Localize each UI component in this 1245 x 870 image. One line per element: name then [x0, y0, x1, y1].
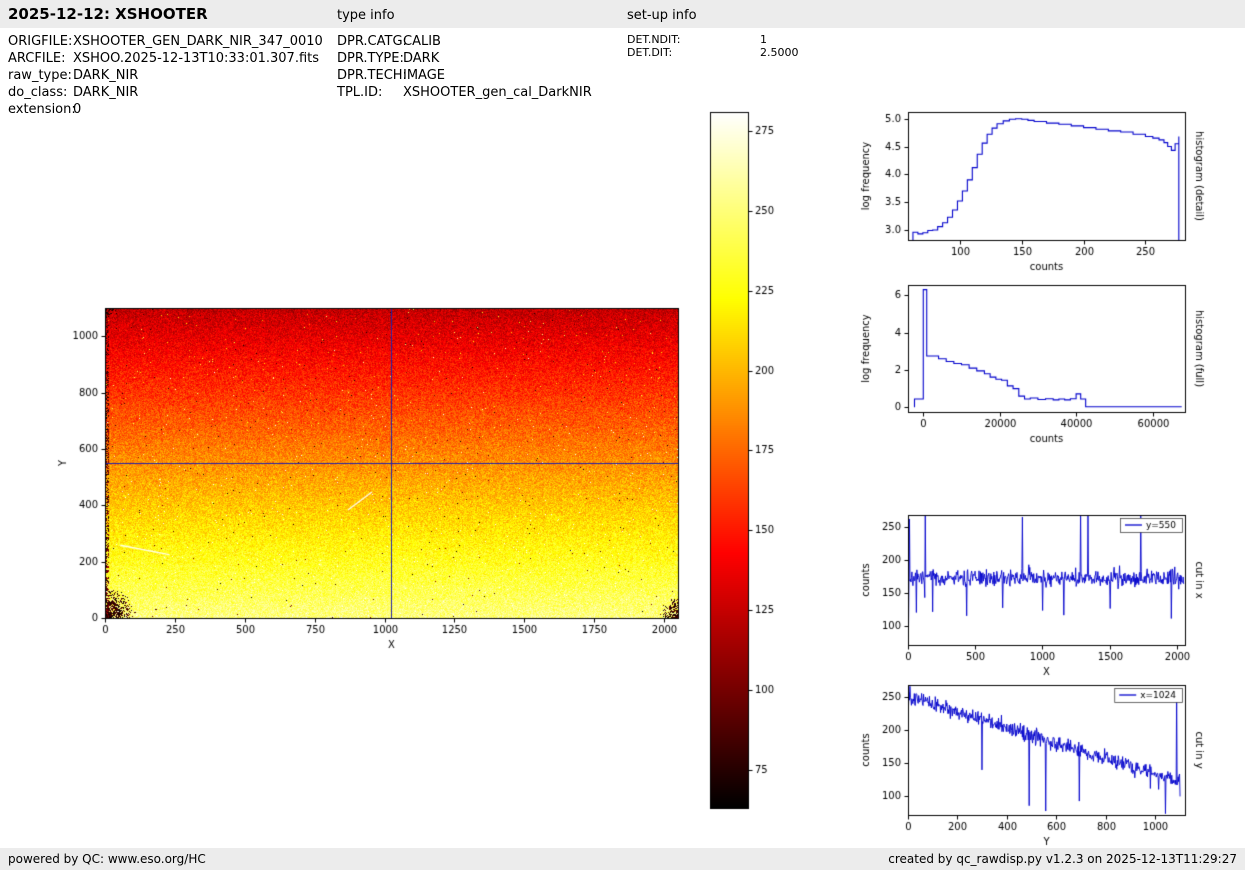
cut-in-x-plot: [850, 501, 1245, 679]
footer-created-by: created by qc_rawdisp.py v1.2.3 on 2025-…: [888, 852, 1237, 866]
meta-label: do_class:: [8, 84, 73, 101]
meta-value: XSHOOTER_GEN_DARK_NIR_347_0010: [73, 34, 323, 49]
meta-label: DET.DIT:: [627, 46, 760, 59]
meta-label: DET.NDIT:: [627, 33, 760, 46]
meta-label: DPR.TECH:: [337, 67, 403, 84]
type-info-block: DPR.CATG:CALIB DPR.TYPE:DARK DPR.TECH:IM…: [337, 33, 592, 101]
page-title: 2025-12-12: XSHOOTER: [8, 5, 208, 23]
footer-bar: powered by QC: www.eso.org/HC created by…: [0, 848, 1245, 870]
meta-value: XSHOO.2025-12-13T10:33:01.307.fits: [73, 51, 319, 66]
meta-row-rawtype: raw_type:DARK_NIR: [8, 67, 323, 84]
meta-value: 0: [73, 102, 81, 117]
meta-value: 2.5000: [760, 46, 799, 59]
detector-image-plot: [40, 292, 700, 664]
meta-value: CALIB: [403, 34, 441, 49]
cut-in-y-plot: [850, 671, 1245, 847]
meta-row-extension: extension:0: [8, 101, 323, 118]
meta-label: ARCFILE:: [8, 50, 73, 67]
colorbar: [698, 104, 808, 820]
meta-row-dprcatg: DPR.CATG:CALIB: [337, 33, 592, 50]
meta-row-dprtech: DPR.TECH:IMAGE: [337, 67, 592, 84]
histogram-full-plot: [850, 271, 1245, 449]
histogram-detail-plot: [850, 98, 1245, 276]
meta-value: DARK_NIR: [73, 68, 138, 83]
meta-label: raw_type:: [8, 67, 73, 84]
meta-row-origfile: ORIGFILE:XSHOOTER_GEN_DARK_NIR_347_0010: [8, 33, 323, 50]
meta-row-detdit: DET.DIT:2.5000: [627, 46, 799, 59]
meta-row-arcfile: ARCFILE:XSHOO.2025-12-13T10:33:01.307.fi…: [8, 50, 323, 67]
meta-value: DARK_NIR: [73, 85, 138, 100]
meta-row-detndit: DET.NDIT:1: [627, 33, 799, 46]
meta-value: DARK: [403, 51, 439, 66]
header-bar: 2025-12-12: XSHOOTER type info set-up in…: [0, 0, 1245, 28]
meta-value: XSHOOTER_gen_cal_DarkNIR: [403, 85, 592, 100]
meta-row-tplid: TPL.ID:XSHOOTER_gen_cal_DarkNIR: [337, 84, 592, 101]
meta-label: TPL.ID:: [337, 84, 403, 101]
meta-value: IMAGE: [403, 68, 445, 83]
type-info-heading: type info: [337, 8, 395, 23]
meta-row-dprtype: DPR.TYPE:DARK: [337, 50, 592, 67]
meta-row-doclass: do_class:DARK_NIR: [8, 84, 323, 101]
file-info-block: ORIGFILE:XSHOOTER_GEN_DARK_NIR_347_0010 …: [8, 33, 323, 118]
meta-label: DPR.TYPE:: [337, 50, 403, 67]
footer-qc-link[interactable]: powered by QC: www.eso.org/HC: [8, 852, 206, 866]
meta-label: ORIGFILE:: [8, 33, 73, 50]
qc-report-page: 2025-12-12: XSHOOTER type info set-up in…: [0, 0, 1245, 870]
meta-label: DPR.CATG:: [337, 33, 403, 50]
meta-label: extension:: [8, 101, 73, 118]
setup-info-heading: set-up info: [627, 8, 697, 23]
setup-info-block: DET.NDIT:1 DET.DIT:2.5000: [627, 33, 799, 59]
meta-value: 1: [760, 33, 767, 46]
